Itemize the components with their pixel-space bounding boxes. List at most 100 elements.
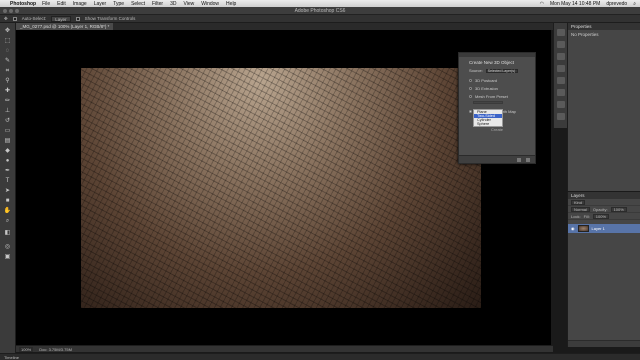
type-tool-icon[interactable]: T (3, 177, 12, 185)
screen-mode-icon[interactable]: ▣ (3, 253, 12, 261)
menu-type[interactable]: Type (113, 1, 124, 7)
fill-field[interactable]: 100% (592, 213, 610, 219)
shape-tool-icon[interactable]: ■ (3, 197, 12, 205)
menu-filter[interactable]: Filter (152, 1, 163, 7)
lock-row: Lock: Fill: 100% (568, 213, 640, 220)
blur-tool-icon[interactable]: ◆ (3, 147, 12, 155)
zoom-tool-icon[interactable]: ⌕ (3, 217, 12, 225)
auto-select-checkbox[interactable] (12, 16, 17, 21)
menu-image[interactable]: Image (73, 1, 87, 7)
options-bar: ✥ Auto-Select: Layer Show Transform Cont… (0, 15, 640, 23)
layer-filter-row: Kind (568, 199, 640, 206)
create-3d-object-panel: Create New 3D Object Source: Selected La… (458, 52, 536, 164)
menu-file[interactable]: File (42, 1, 50, 7)
option-3d-postcard[interactable]: 3D Postcard (469, 78, 535, 83)
actions-panel-icon[interactable] (557, 41, 565, 48)
menu-edit[interactable]: Edit (57, 1, 66, 7)
layer-name[interactable]: Layer 1 (592, 226, 605, 231)
timeline-tab[interactable]: Timeline (0, 353, 640, 360)
lock-label: Lock: (571, 213, 581, 219)
opacity-field[interactable]: 100% (610, 206, 627, 212)
swatches-panel-icon[interactable] (557, 65, 565, 72)
delete-icon[interactable] (526, 158, 530, 162)
color-panel-icon[interactable] (557, 53, 565, 60)
radio-mesh-from-preset[interactable] (469, 95, 472, 98)
opacity-label: Opacity: (592, 206, 608, 212)
hand-tool-icon[interactable]: ✋ (3, 207, 12, 215)
panel-footer (459, 155, 535, 163)
brush-tool-icon[interactable]: ✏ (3, 97, 12, 105)
option-3d-extrusion[interactable]: 3D Extrusion (469, 86, 535, 91)
user-name[interactable]: dprevedo (606, 1, 627, 7)
panel-header[interactable] (459, 53, 535, 57)
menu-select[interactable]: Select (131, 1, 145, 7)
properties-tab[interactable]: Properties (568, 23, 640, 30)
preset-dropdown[interactable] (473, 101, 503, 104)
create-button[interactable]: Create (491, 127, 503, 132)
visibility-eye-icon[interactable]: ◉ (571, 226, 575, 231)
window-title: Adobe Photoshop CS6 (294, 8, 346, 14)
panel-dock-icons (553, 23, 567, 128)
menu-view[interactable]: View (184, 1, 195, 7)
app-menu[interactable]: Photoshop (10, 1, 36, 7)
layer-row[interactable]: ◉ Layer 1 (568, 224, 640, 233)
styles-panel-icon[interactable] (557, 89, 565, 96)
dodge-tool-icon[interactable]: ● (3, 157, 12, 165)
layer-thumbnail[interactable] (577, 225, 589, 232)
menubar-status: ◠ Mon May 14 10:48 PM dprevedo ⌕ (540, 0, 636, 7)
minimize-window-button[interactable] (9, 9, 13, 13)
menu-3d[interactable]: 3D (170, 1, 176, 7)
kind-filter-dropdown[interactable]: Kind (571, 199, 586, 205)
path-select-tool-icon[interactable]: ➤ (3, 187, 12, 195)
doc-size-info[interactable]: Doc: 3.75M/3.75M (39, 347, 72, 352)
crop-tool-icon[interactable]: ⌗ (3, 67, 12, 75)
menu-layer[interactable]: Layer (94, 1, 107, 7)
window-controls (3, 9, 19, 13)
healing-tool-icon[interactable]: ✚ (3, 87, 12, 95)
character-panel-icon[interactable] (557, 113, 565, 120)
spotlight-icon[interactable]: ⌕ (633, 1, 636, 7)
radio-3d-extrusion[interactable] (469, 87, 472, 90)
lasso-tool-icon[interactable]: ◌ (3, 47, 12, 55)
quick-select-tool-icon[interactable]: ✎ (3, 57, 12, 65)
brush-panel-icon[interactable] (557, 101, 565, 108)
wifi-icon[interactable]: ◠ (540, 1, 544, 7)
blend-mode-dropdown[interactable]: Normal (571, 206, 590, 212)
option-mesh-from-preset[interactable]: Mesh From Preset (469, 94, 535, 99)
transform-controls-checkbox[interactable] (75, 16, 80, 21)
stamp-tool-icon[interactable]: ⊥ (3, 107, 12, 115)
close-window-button[interactable] (3, 9, 7, 13)
menu-window[interactable]: Window (201, 1, 219, 7)
render-icon[interactable] (517, 158, 521, 162)
history-panel-icon[interactable] (557, 29, 565, 36)
source-dropdown[interactable]: Selected Layer(s) (485, 68, 518, 73)
pen-tool-icon[interactable]: ✒ (3, 167, 12, 175)
clock[interactable]: Mon May 14 10:48 PM (550, 1, 600, 7)
eraser-tool-icon[interactable]: ▭ (3, 127, 12, 135)
status-bar: 100% Doc: 3.75M/3.75M (16, 345, 553, 352)
layers-tab[interactable]: Layers (568, 192, 640, 199)
document-image[interactable] (81, 68, 481, 308)
zoom-level-field[interactable]: 100% (19, 346, 34, 352)
source-row: Source: Selected Layer(s) (469, 68, 535, 73)
adjustments-panel-icon[interactable] (557, 77, 565, 84)
eyedropper-tool-icon[interactable]: ⚲ (3, 77, 12, 85)
marquee-tool-icon[interactable]: ⬚ (3, 37, 12, 45)
document-tab[interactable]: _MG_0277.psd @ 100% (Layer 1, RGB/8*) * (16, 23, 114, 30)
radio-3d-postcard[interactable] (469, 79, 472, 82)
zoom-window-button[interactable] (15, 9, 19, 13)
history-brush-tool-icon[interactable]: ↺ (3, 117, 12, 125)
option-mesh-from-preset-label: Mesh From Preset (475, 94, 508, 99)
color-swatches-icon[interactable]: ◧ (3, 229, 12, 237)
gradient-tool-icon[interactable]: ▤ (3, 137, 12, 145)
radio-mesh-from-depth-map[interactable] (469, 110, 472, 113)
quick-mask-icon[interactable]: ◎ (3, 243, 12, 251)
menu-item-sphere[interactable]: Sphere (474, 122, 502, 126)
auto-select-dropdown[interactable]: Layer (51, 15, 71, 22)
properties-panel: Properties No Properties (567, 23, 640, 191)
move-tool-icon[interactable]: ✥ (4, 16, 8, 22)
move-tool-icon[interactable]: ✥ (3, 27, 12, 35)
depth-map-shape-menu: Plane Two-Sided Plane Cylinder Sphere (473, 109, 503, 127)
menu-help[interactable]: Help (226, 1, 236, 7)
option-3d-extrusion-label: 3D Extrusion (475, 86, 498, 91)
